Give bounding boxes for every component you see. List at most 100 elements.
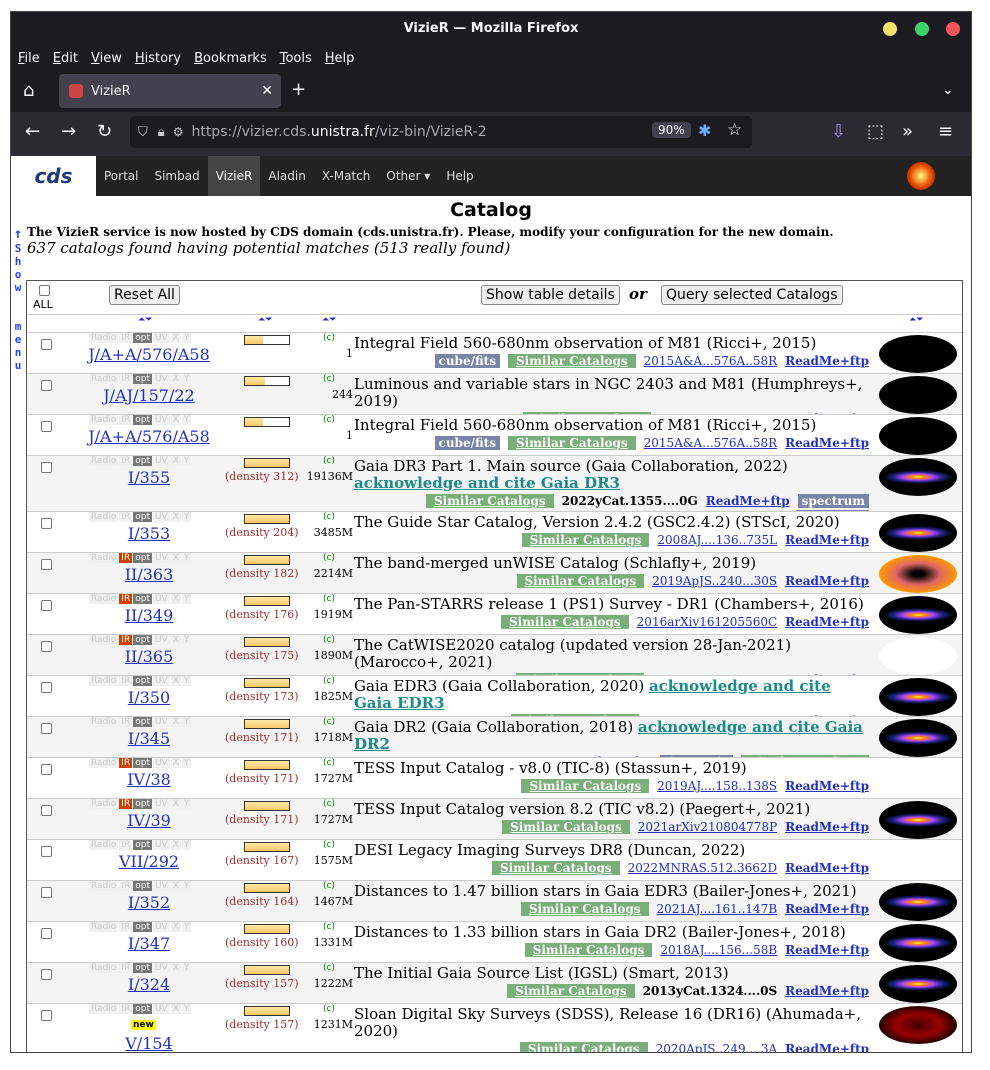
row-checkbox[interactable] bbox=[41, 641, 52, 652]
similar-catalogs-link[interactable]: Similar Catalogs bbox=[502, 820, 630, 834]
catalog-link[interactable]: I/353 bbox=[79, 524, 219, 543]
similar-catalogs-link[interactable]: Similar Catalogs bbox=[491, 861, 620, 875]
sky-coverage-map[interactable] bbox=[879, 335, 957, 373]
menu-history[interactable]: History bbox=[135, 51, 181, 66]
bibcode-link[interactable]: 2008AJ....136..735L bbox=[657, 533, 777, 547]
catalog-link[interactable]: I/324 bbox=[79, 975, 219, 994]
readme-ftp-link[interactable]: ReadMe+ftp bbox=[785, 574, 869, 588]
menu-view[interactable]: View bbox=[91, 51, 122, 66]
back-icon[interactable]: ← bbox=[25, 122, 40, 142]
menu-tools[interactable]: Tools bbox=[280, 51, 312, 66]
row-checkbox[interactable] bbox=[41, 764, 52, 775]
overflow-icon[interactable]: » bbox=[902, 122, 913, 142]
url-bar[interactable]: ⛉ 🔒︎ ⚙ https://vizier.cds. unistra.fr/viz… bbox=[130, 116, 752, 148]
cds-nav-other[interactable]: Other ▾ bbox=[378, 156, 438, 196]
similar-catalogs-link[interactable]: Similar Catalogs bbox=[521, 533, 650, 547]
sky-coverage-map[interactable] bbox=[879, 965, 957, 1003]
similar-catalogs-link[interactable]: Similar Catalogs bbox=[519, 1042, 648, 1052]
row-checkbox[interactable] bbox=[41, 462, 52, 473]
row-checkbox[interactable] bbox=[41, 518, 52, 529]
bibcode-link[interactable]: 2021arXiv210804778P bbox=[638, 820, 777, 834]
catalog-link[interactable]: J/A+A/576/A58 bbox=[79, 427, 219, 446]
sort-sky-icon[interactable]: ⏶⏷ bbox=[909, 315, 923, 325]
catalog-link[interactable]: V/154 bbox=[79, 1034, 219, 1052]
catalog-link[interactable]: I/345 bbox=[79, 729, 219, 748]
sky-coverage-map[interactable] bbox=[879, 924, 957, 962]
readme-ftp-link[interactable]: ReadMe+ftp bbox=[706, 494, 790, 508]
catalog-link[interactable]: J/A+A/576/A58 bbox=[79, 345, 219, 364]
readme-ftp-link[interactable]: ReadMe+ftp bbox=[785, 436, 869, 450]
reset-all-button[interactable]: Reset All bbox=[109, 285, 180, 305]
similar-catalogs-link[interactable]: Similar Catalogs bbox=[507, 436, 636, 450]
sort-count-icon[interactable]: ⏶⏷ bbox=[322, 315, 336, 325]
menu-help[interactable]: Help bbox=[325, 51, 355, 66]
cds-nav-portal[interactable]: Portal bbox=[96, 156, 146, 196]
similar-catalogs-link[interactable]: Similar Catalogs bbox=[524, 943, 653, 957]
bibcode-link[interactable]: 2020ApJS..249....3A bbox=[656, 1042, 778, 1052]
similar-catalogs-link[interactable]: Similar Catalogs bbox=[506, 984, 635, 998]
menu-bookmarks[interactable]: Bookmarks bbox=[194, 51, 267, 66]
menu-file[interactable]: File bbox=[18, 51, 40, 66]
cds-nav-vizier[interactable]: VizieR bbox=[207, 156, 261, 196]
sky-coverage-map[interactable] bbox=[879, 842, 957, 880]
row-checkbox[interactable] bbox=[41, 723, 52, 734]
row-checkbox[interactable] bbox=[41, 1010, 52, 1021]
format-badge[interactable]: spectrum bbox=[797, 494, 869, 508]
sky-coverage-map[interactable] bbox=[879, 719, 957, 757]
readme-ftp-link[interactable]: ReadMe+ftp bbox=[785, 615, 869, 629]
forward-icon[interactable]: → bbox=[61, 122, 76, 142]
similar-catalogs-link[interactable]: Similar Catalogs bbox=[516, 574, 645, 588]
cds-nav-x-match[interactable]: X-Match bbox=[314, 156, 379, 196]
sky-coverage-map[interactable] bbox=[879, 637, 957, 675]
sky-coverage-map[interactable] bbox=[879, 678, 957, 716]
sky-coverage-map[interactable] bbox=[879, 555, 957, 593]
sky-coverage-map[interactable] bbox=[879, 596, 957, 634]
sort-name-icon[interactable]: ⏶⏷ bbox=[138, 315, 152, 325]
lock-icon[interactable]: 🔒︎ bbox=[158, 125, 165, 140]
bibcode-link[interactable]: 2019AJ....158..138S bbox=[657, 779, 777, 793]
row-checkbox[interactable] bbox=[41, 969, 52, 980]
readme-ftp-link[interactable]: ReadMe+ftp bbox=[785, 354, 869, 368]
row-checkbox[interactable] bbox=[41, 559, 52, 570]
extension-icon[interactable]: ✱ bbox=[698, 121, 711, 140]
menu-edit[interactable]: Edit bbox=[53, 51, 78, 66]
row-checkbox[interactable] bbox=[41, 380, 52, 391]
select-all-checkbox[interactable] bbox=[39, 285, 50, 296]
similar-catalogs-link[interactable]: Similar Catalogs bbox=[521, 779, 650, 793]
catalog-link[interactable]: VII/292 bbox=[79, 852, 219, 871]
sky-coverage-map[interactable] bbox=[879, 458, 957, 496]
sort-density-icon[interactable]: ⏶⏷ bbox=[258, 315, 272, 325]
similar-catalogs-link[interactable]: Similar Catalogs bbox=[501, 615, 629, 629]
catalog-link[interactable]: J/AJ/157/22 bbox=[79, 386, 219, 405]
readme-ftp-link[interactable]: ReadMe+ftp bbox=[785, 902, 869, 916]
shield-icon[interactable]: ⛉ bbox=[138, 125, 148, 140]
minimize-button[interactable] bbox=[883, 22, 897, 36]
cds-nav-help[interactable]: Help bbox=[438, 156, 481, 196]
row-checkbox[interactable] bbox=[41, 421, 52, 432]
close-tab-icon[interactable]: ✕ bbox=[261, 83, 273, 99]
close-window-button[interactable] bbox=[946, 22, 960, 36]
similar-catalogs-link[interactable]: Similar Catalogs bbox=[425, 494, 554, 508]
row-checkbox[interactable] bbox=[41, 887, 52, 898]
sky-coverage-map[interactable] bbox=[879, 417, 957, 455]
sky-coverage-map[interactable] bbox=[879, 376, 957, 414]
show-menu-link[interactable]: ↑ Show menu bbox=[11, 226, 25, 372]
home-icon[interactable]: ⌂ bbox=[23, 81, 34, 101]
row-checkbox[interactable] bbox=[41, 928, 52, 939]
acknowledge-link[interactable]: acknowledge and cite Gaia DR3 bbox=[354, 474, 620, 492]
hamburger-menu-icon[interactable]: ≡ bbox=[938, 122, 953, 142]
sky-coverage-map[interactable] bbox=[879, 801, 957, 839]
show-table-details-button[interactable]: Show table details bbox=[481, 285, 620, 305]
catalog-link[interactable]: IV/38 bbox=[79, 770, 219, 789]
extensions-icon[interactable]: ⬚ bbox=[867, 122, 884, 142]
cds-nav-simbad[interactable]: Simbad bbox=[146, 156, 207, 196]
readme-ftp-link[interactable]: ReadMe+ftp bbox=[785, 779, 869, 793]
bibcode-link[interactable]: 2022MNRAS.512.3662D bbox=[628, 861, 778, 875]
catalog-link[interactable]: II/363 bbox=[79, 565, 219, 584]
readme-ftp-link[interactable]: ReadMe+ftp bbox=[785, 533, 869, 547]
sky-coverage-map[interactable] bbox=[879, 883, 957, 921]
row-checkbox[interactable] bbox=[41, 682, 52, 693]
catalog-link[interactable]: I/347 bbox=[79, 934, 219, 953]
bibcode-link[interactable]: 2015A&A...576A..58R bbox=[644, 354, 778, 368]
bibcode-link[interactable]: 2015A&A...576A..58R bbox=[644, 436, 778, 450]
